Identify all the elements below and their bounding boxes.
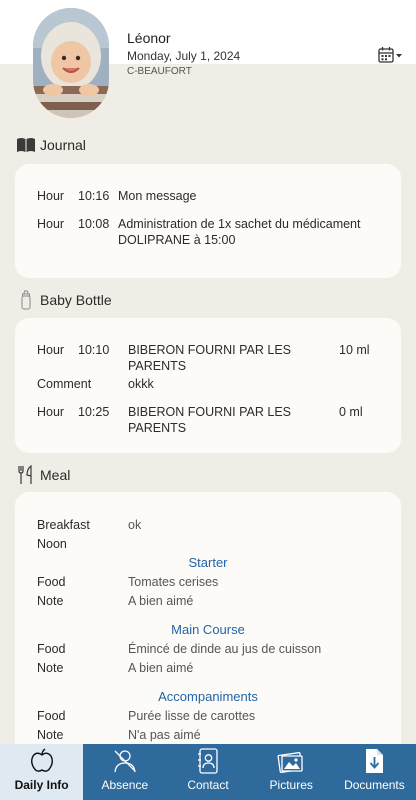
journal-title: Journal [40,137,86,153]
baby-bottle-icon [16,290,36,310]
course-food-value: Purée lisse de carottes [128,709,256,723]
breakfast-label: Breakfast [37,518,90,532]
bottle-entry-time: 10:10 [78,343,110,357]
baby-photo [33,8,109,118]
course-food-label: Food [37,709,66,723]
bottle-title: Baby Bottle [40,292,112,308]
journal-entry-time: 10:16 [78,189,110,203]
journal-section-title: Journal [16,135,86,155]
nav-label: Absence [101,778,149,792]
journal-entry-text: Administration de 1x sachet du médicamen… [118,217,361,247]
bottle-entry-label: Hour [37,405,65,419]
journal-entry-label: Hour [37,217,65,231]
course-note-label: Note [37,728,64,742]
noon-label: Noon [37,537,67,551]
course-note-value: A bien aimé [128,661,194,675]
meal-section-title: Meal [16,465,70,485]
bottom-navigation: Daily Info Absence Contact Pictures Docu… [0,744,416,800]
journal-entry-text: Mon message [118,189,197,203]
nav-label: Contact [187,778,229,792]
nav-label: Pictures [269,778,313,792]
bottle-section-title: Baby Bottle [16,290,112,310]
course-heading: Accompaniments [158,689,258,704]
journal-card: Hour 10:16 Mon message Hour 10:08 Admini… [15,164,401,278]
pictures-icon [277,747,305,775]
bottle-entry-time: 10:25 [78,405,110,419]
course-food-label: Food [37,575,66,589]
bottle-entry-label: Hour [37,343,65,357]
meal-title: Meal [40,467,71,483]
course-note-label: Note [37,594,64,608]
apple-icon [28,747,56,775]
child-avatar[interactable] [33,8,109,118]
absence-icon [111,747,139,775]
journal-entry-label: Hour [37,189,65,203]
course-note-label: Note [37,661,64,675]
calendar-icon [378,47,402,63]
calendar-dropdown-button[interactable] [378,46,404,64]
nav-daily-info[interactable]: Daily Info [0,744,84,800]
nav-absence[interactable]: Absence [83,744,166,800]
journal-entry-time: 10:08 [78,217,110,231]
course-food-value: Émincé de dinde au jus de cuisson [128,642,322,656]
book-icon [16,135,36,155]
breakfast-value: ok [128,518,142,532]
meal-card: Breakfast ok Noon Starter Food Tomates c… [15,492,401,762]
bottle-card: Hour 10:10 BIBERON FOURNI PAR LES PARENT… [15,318,401,453]
bottle-entry-text: BIBERON FOURNI PAR LES PARENTS [128,343,291,373]
fork-knife-icon [16,465,36,485]
bottle-entry-text: BIBERON FOURNI PAR LES PARENTS [128,405,291,435]
course-note-value: N'a pas aimé [128,728,201,742]
course-food-value: Tomates cerises [128,575,219,589]
bottle-comment-label: Comment [37,377,92,391]
nav-label: Daily Info [14,778,69,792]
nav-label: Documents [344,778,405,792]
bottle-comment-text: okkk [128,377,154,391]
documents-icon [360,747,388,775]
course-heading: Main Course [171,622,245,637]
nav-documents[interactable]: Documents [333,744,416,800]
bottle-entry-qty: 10 ml [339,343,370,357]
daycare-name: C-BEAUFORT [127,66,192,77]
contact-icon [194,747,222,775]
course-note-value: A bien aimé [128,594,194,608]
selected-date: Monday, July 1, 2024 [127,49,241,63]
nav-contact[interactable]: Contact [166,744,249,800]
nav-pictures[interactable]: Pictures [250,744,333,800]
course-heading: Starter [188,555,228,570]
bottle-entry-qty: 0 ml [339,405,363,419]
child-name: Léonor [127,30,171,46]
course-food-label: Food [37,642,66,656]
